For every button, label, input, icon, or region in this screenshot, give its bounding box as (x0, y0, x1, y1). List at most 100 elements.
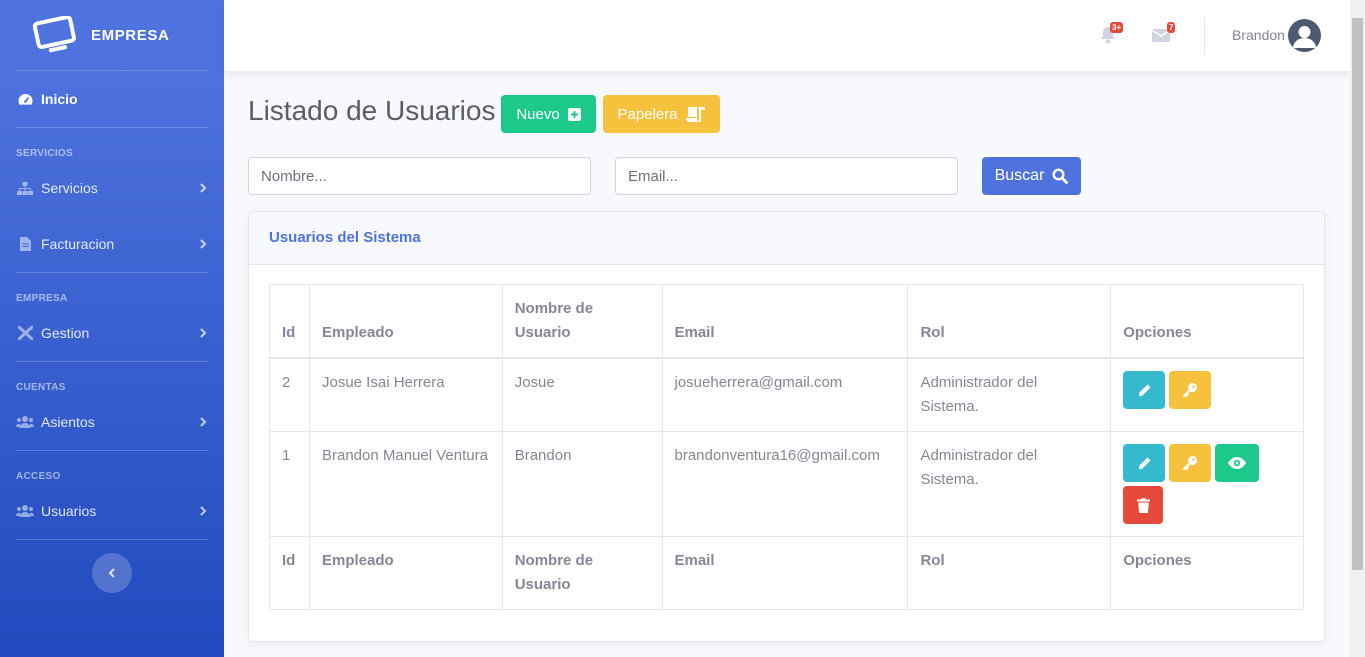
section-heading: EMPRESA (16, 293, 68, 304)
scrollbar-thumb[interactable] (1352, 18, 1363, 570)
alerts-badge: 3+ (1110, 22, 1124, 33)
column-header[interactable]: Opciones (1110, 284, 1304, 359)
table-footer-row: Id Empleado Nombre de Usuario Email Rol … (269, 536, 1304, 610)
search-button-label: Buscar (994, 167, 1045, 184)
sidebar: EMPRESA Inicio SERVICIOS Servicios Factu… (0, 0, 224, 657)
tachometer-icon (16, 92, 34, 106)
sidebar-toggle-button[interactable] (92, 553, 132, 593)
column-footer: Id (269, 536, 310, 610)
table-header-row: Id Empleado Nombre de Usuario Email Rol … (269, 284, 1304, 359)
email-search-input[interactable] (615, 157, 958, 195)
chevron-right-icon (198, 238, 208, 250)
cell-usuario: Josue (501, 357, 663, 432)
key-icon (1182, 383, 1198, 398)
view-button[interactable] (1215, 444, 1260, 482)
plus-square-icon (567, 107, 581, 121)
alerts-button[interactable]: 3+ (1100, 22, 1124, 44)
tools-icon (16, 326, 34, 340)
row-actions (1123, 371, 1263, 409)
pencil-icon (1138, 457, 1151, 469)
sidebar-item-servicios[interactable]: Servicios (0, 160, 224, 216)
sidebar-item-usuarios[interactable]: Usuarios (0, 483, 224, 539)
users-card: Usuarios del Sistema Id Empleado Nombre … (248, 211, 1325, 642)
column-header[interactable]: Email (661, 284, 909, 359)
column-footer: Email (661, 536, 909, 610)
sidebar-item-label: Facturacion (41, 236, 115, 252)
sidebar-item-label: Servicios (41, 180, 98, 196)
table-row: 2 Josue Isai Herrera Josue josueherrera@… (269, 357, 1304, 432)
chevron-right-icon (198, 416, 208, 428)
new-button[interactable]: Nuevo (501, 95, 596, 133)
sidebar-item-label: Usuarios (41, 503, 97, 519)
delete-button[interactable] (1123, 486, 1164, 524)
sidebar-item-asientos[interactable]: Asientos (0, 394, 224, 450)
brand-name: EMPRESA (91, 26, 170, 44)
cell-empleado: Brandon Manuel Ventura (308, 431, 503, 537)
cell-options (1110, 431, 1304, 537)
section-heading: CUENTAS (16, 382, 66, 393)
column-footer: Empleado (308, 536, 503, 610)
cell-usuario: Brandon (501, 431, 663, 537)
trash-button[interactable]: Papelera (603, 95, 720, 133)
column-header[interactable]: Nombre de Usuario (501, 284, 663, 359)
avatar[interactable] (1288, 19, 1321, 52)
cell-rol: Administrador del Sistema. (907, 357, 1112, 432)
chevron-right-icon (198, 505, 208, 517)
trash-icon (1136, 497, 1150, 513)
search-button[interactable]: Buscar (982, 157, 1081, 195)
row-actions (1123, 444, 1263, 524)
scroll-icon (685, 107, 705, 122)
key-icon (1182, 456, 1198, 471)
cell-rol: Administrador del Sistema. (907, 431, 1112, 537)
column-footer: Rol (907, 536, 1112, 610)
section-heading: ACCESO (16, 471, 61, 482)
pencil-icon (1138, 384, 1151, 396)
edit-button[interactable] (1123, 371, 1166, 409)
section-heading: SERVICIOS (16, 148, 73, 159)
page-scrollbar[interactable] (1350, 0, 1365, 657)
cell-id: 2 (269, 357, 310, 432)
column-header[interactable]: Rol (907, 284, 1112, 359)
cell-email: josueherrera@gmail.com (661, 357, 909, 432)
sidebar-item-label: Asientos (41, 414, 95, 430)
column-header[interactable]: Id (269, 284, 310, 359)
sidebar-item-gestion[interactable]: Gestion (0, 305, 224, 361)
topbar: 3+ 7 Brandon (224, 0, 1350, 71)
sidebar-item-inicio[interactable]: Inicio (0, 71, 224, 127)
page-title: Listado de Usuarios (248, 95, 496, 126)
edit-button[interactable] (1123, 444, 1166, 482)
user-icon (1293, 26, 1316, 48)
users-icon (16, 504, 34, 518)
new-button-label: Nuevo (516, 105, 560, 123)
column-header[interactable]: Empleado (308, 284, 503, 359)
sidebar-item-facturacion[interactable]: Facturacion (0, 216, 224, 272)
cell-email: brandonventura16@gmail.com (661, 431, 909, 537)
messages-button[interactable]: 7 (1151, 22, 1176, 44)
user-name[interactable]: Brandon (1232, 27, 1285, 43)
users-table: Id Empleado Nombre de Usuario Email Rol … (269, 284, 1304, 610)
messages-badge: 7 (1167, 22, 1176, 33)
change-password-button[interactable] (1169, 371, 1212, 409)
eye-icon (1228, 457, 1247, 469)
sidebar-item-label: Gestion (41, 325, 90, 341)
change-password-button[interactable] (1169, 444, 1212, 482)
card-title: Usuarios del Sistema (269, 229, 421, 246)
sidebar-divider (16, 539, 208, 540)
column-footer: Nombre de Usuario (501, 536, 663, 610)
sidebar-item-label: Inicio (41, 91, 78, 107)
topbar-divider (1204, 17, 1205, 55)
users-icon (16, 415, 34, 429)
cell-options (1110, 357, 1304, 432)
cell-empleado: Josue Isai Herrera (308, 357, 503, 432)
cell-id: 1 (269, 431, 310, 537)
card-header: Usuarios del Sistema (249, 212, 1324, 265)
file-icon (16, 237, 34, 251)
table-row: 1 Brandon Manuel Ventura Brandon brandon… (269, 431, 1304, 537)
chevron-right-icon (198, 327, 208, 339)
search-icon (1052, 168, 1069, 184)
sidebar-brand[interactable]: EMPRESA (0, 0, 224, 70)
trash-button-label: Papelera (617, 105, 678, 123)
name-search-input[interactable] (248, 157, 591, 195)
chevron-right-icon (198, 182, 208, 194)
monitor-icon (32, 16, 76, 53)
